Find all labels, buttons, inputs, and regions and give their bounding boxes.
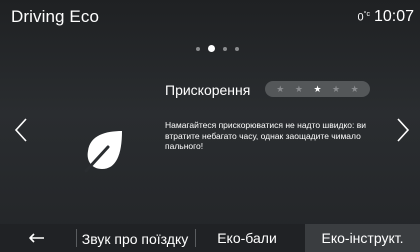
star-icon: ★	[350, 83, 359, 94]
bottom-bar: Звук про поїздку Еко-бали Еко-інструкт.	[0, 224, 420, 252]
clock: 10:07	[373, 8, 414, 25]
tab-trip-sound[interactable]: Звук про поїздку	[76, 224, 194, 252]
page-dot-active	[208, 45, 215, 52]
back-button[interactable]	[0, 224, 76, 252]
star-rating: ★ ★ ★ ★ ★	[265, 81, 370, 97]
back-arrow-icon	[29, 233, 44, 243]
page-dot	[223, 46, 227, 51]
page-indicator	[196, 45, 247, 52]
eco-driving-screen: Driving Eco 0°c 10:07 Прискорення ★ ★ ★ …	[0, 0, 420, 252]
chevron-right-icon	[397, 118, 410, 142]
app-title: Driving Eco	[11, 7, 100, 26]
star-icon: ★	[294, 83, 303, 94]
page-dot	[235, 46, 239, 51]
tip-title: Прискорення	[165, 82, 251, 98]
outside-temperature: 0°c	[357, 11, 370, 24]
tip-message: Намагайтеся прискорюватися не надто швид…	[165, 120, 366, 151]
tab-eco-points[interactable]: Еко-бали	[195, 224, 299, 252]
previous-page-button[interactable]	[14, 117, 28, 143]
leaf-icon	[82, 127, 128, 173]
star-icon: ★	[276, 83, 285, 94]
star-icon: ★	[332, 83, 341, 94]
status-area: 0°c 10:07	[358, 8, 414, 26]
next-page-button[interactable]	[396, 117, 410, 143]
page-dot	[196, 46, 200, 51]
star-icon-filled: ★	[313, 83, 322, 94]
tab-eco-tutorial[interactable]: Еко-інструкт.	[305, 224, 420, 252]
header: Driving Eco 0°c 10:07	[0, 0, 420, 32]
chevron-left-icon	[14, 118, 27, 142]
